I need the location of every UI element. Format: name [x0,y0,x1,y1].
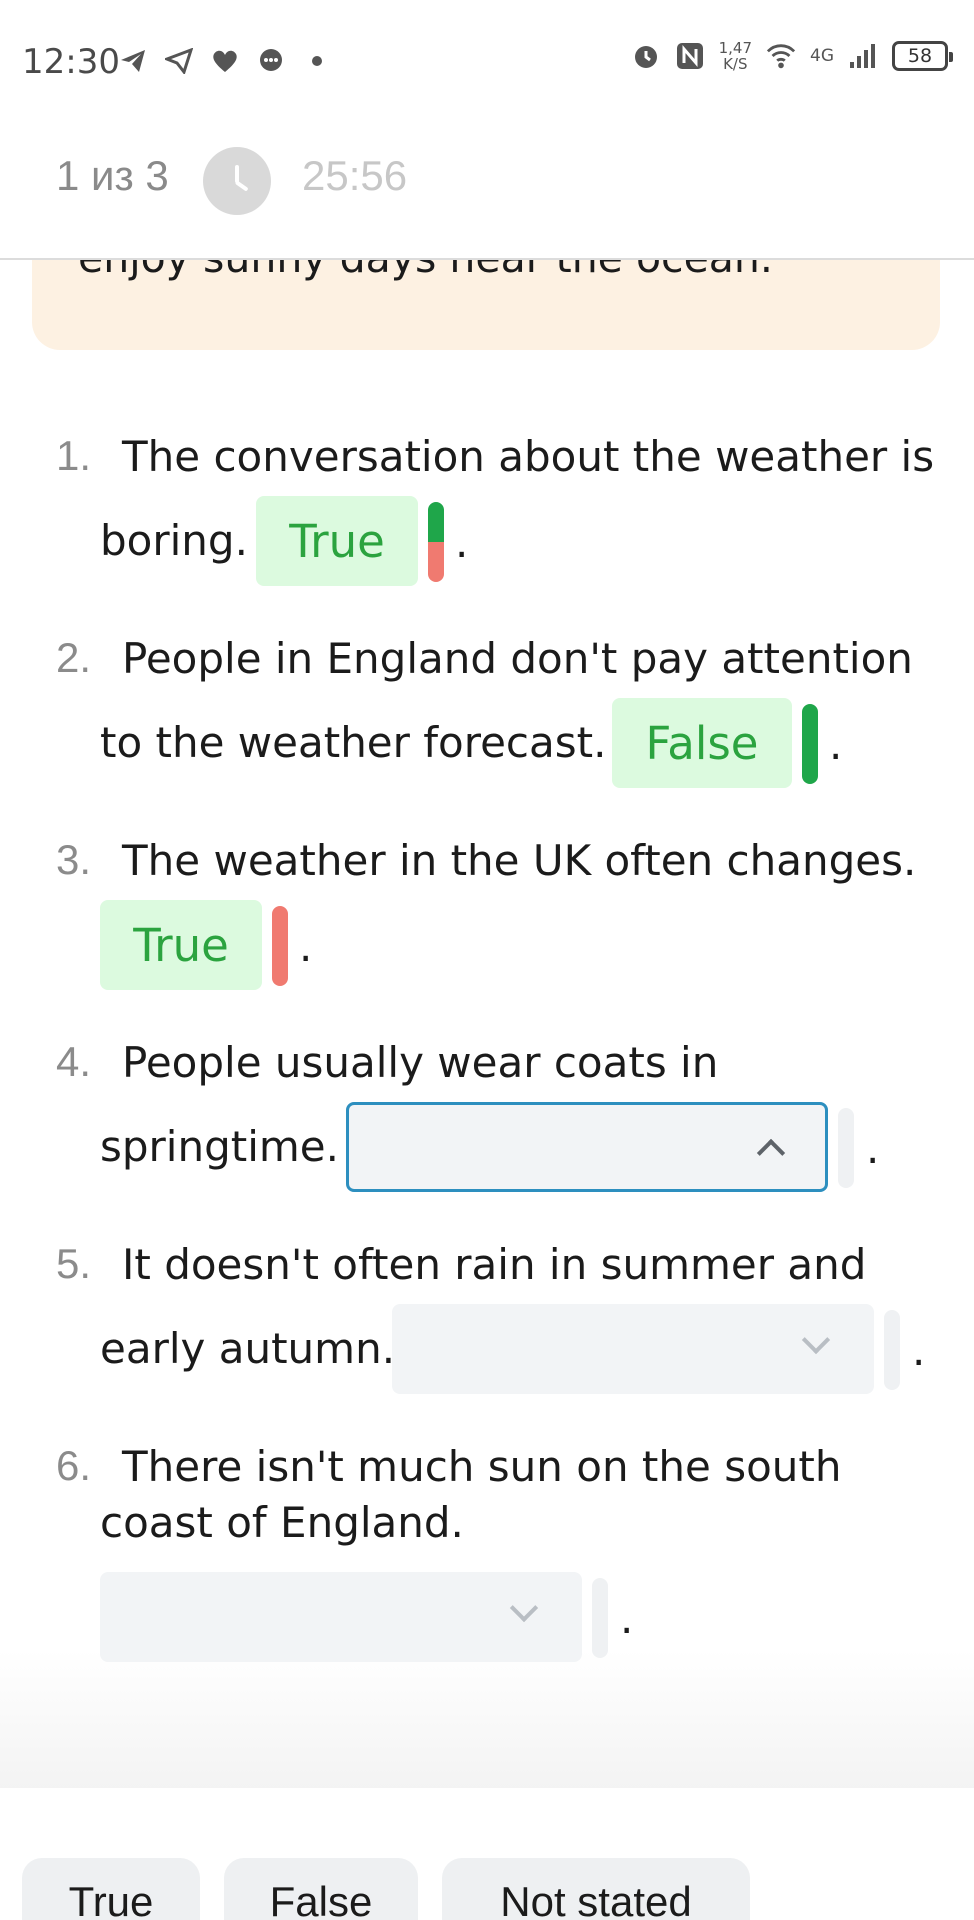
question-number: 6. [56,1442,92,1489]
chevron-up-icon [756,1138,786,1168]
question-number: 4. [56,1038,92,1085]
option-false-button[interactable]: False [224,1858,418,1920]
punctuation: . [829,720,843,769]
result-marker-empty [884,1310,900,1390]
result-marker-empty [838,1108,854,1188]
heart-icon [210,46,240,76]
question-number: 2. [56,634,92,681]
network-type: 4G [810,46,834,66]
punctuation: . [455,518,469,567]
answer-dropdown-open[interactable] [346,1102,828,1192]
answer-dropdown[interactable] [100,1572,582,1662]
scroll-fade [0,1650,974,1790]
send-icon [164,46,194,76]
alarm-icon [631,41,661,71]
result-marker [802,704,818,784]
nfc-icon [675,41,705,71]
status-bar: 12:30 1,47 K/S 4G 58 [0,0,974,120]
speed-value: 1,47 [718,39,752,57]
question-text: People usually wear coats in [122,1038,719,1087]
answer-dropdown[interactable]: False [612,698,792,788]
battery-icon: 58 [892,41,953,71]
answer-dropdown[interactable] [392,1304,874,1394]
question-text: It doesn't often rain in summer and [122,1240,867,1289]
task-header: 1 из 3 25:56 [0,120,974,260]
punctuation: . [912,1326,926,1375]
task-progress: 1 из 3 [56,152,169,199]
timer: 25:56 [302,152,408,199]
answer-dropdown[interactable]: True [256,496,418,586]
option-true-button[interactable]: True [22,1858,200,1920]
question-number: 1. [56,432,92,479]
chevron-down-icon [509,1593,539,1623]
punctuation: . [299,922,313,971]
wifi-icon [766,41,796,71]
result-marker [272,906,288,986]
question-text: springtime. [100,1122,339,1171]
question-text: coast of England. [100,1498,464,1547]
clock-icon [203,147,271,215]
speed-unit: K/S [723,55,748,73]
dot-icon [302,46,332,76]
system-icons: 1,47 K/S 4G 58 [631,40,953,72]
question-number: 3. [56,836,92,883]
signal-icon [848,41,878,71]
question-text: early autumn. [100,1324,396,1373]
result-marker [428,502,444,582]
chat-icon [256,46,286,76]
result-marker-empty [592,1578,608,1658]
punctuation: . [620,1594,634,1643]
question-text: The weather in the UK often changes. [122,836,917,885]
answer-options-sheet: True False Not stated [0,1788,974,1920]
telegram-icon [118,46,148,76]
answer-dropdown[interactable]: True [100,900,262,990]
question-text: People in England don't pay attention [122,634,913,683]
question-number: 5. [56,1240,92,1287]
option-not-stated-button[interactable]: Not stated [442,1858,750,1920]
question-text: There isn't much sun on the south [122,1442,842,1491]
status-time: 12:30 [22,42,120,82]
question-text: to the weather forecast. [100,718,607,767]
punctuation: . [866,1124,880,1173]
network-speed: 1,47 K/S [719,40,752,72]
question-text: boring. [100,516,248,565]
question-text: The conversation about the weather is [122,432,935,481]
chevron-down-icon [801,1325,831,1355]
notification-icons [118,46,332,76]
